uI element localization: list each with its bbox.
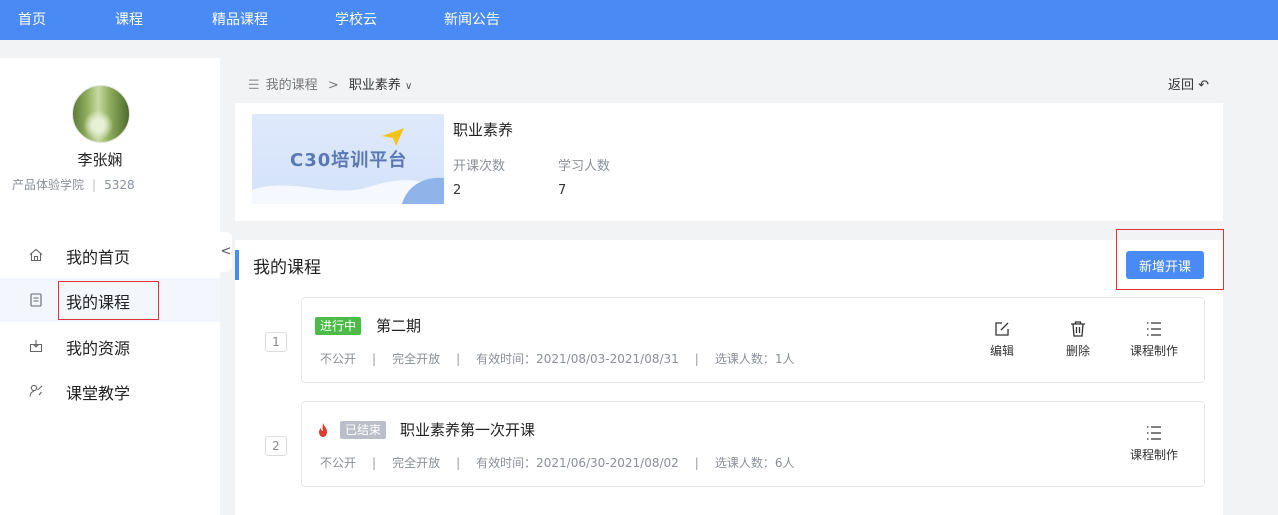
course-list-panel: 我的课程 新增开课 1 进行中 第二期 不公开 | 完全开放 | 有效时间：2021/0…: [235, 240, 1223, 515]
nav-featured-courses[interactable]: 精品课程: [212, 0, 268, 40]
sessions-count-label: 开课次数: [453, 159, 506, 174]
trash-icon: [1071, 321, 1085, 337]
breadcrumb-separator: >: [327, 78, 339, 93]
row-index: 1: [265, 332, 287, 352]
user-id: 5328: [104, 178, 135, 192]
sessions-count-value: 2: [453, 183, 462, 198]
meta-divider: |: [694, 352, 699, 366]
session-card[interactable]: 进行中 第二期 不公开 | 完全开放 | 有效时间：2021/08/03-2021/08…: [301, 297, 1205, 383]
course-production-label: 课程制作: [1129, 448, 1178, 462]
meta-divider: |: [456, 456, 461, 470]
nav-news[interactable]: 新闻公告: [444, 0, 500, 40]
breadcrumb-current[interactable]: 职业素养: [349, 78, 401, 93]
visibility: 不公开: [320, 456, 357, 470]
meta-divider: |: [372, 352, 377, 366]
sidebar-item-label: 我的课程: [66, 293, 131, 312]
sidebar-item-teaching[interactable]: 课堂教学: [0, 369, 220, 413]
user-org: 产品体验学院: [12, 178, 85, 192]
user-name: 李张娴: [77, 151, 123, 169]
openness: 完全开放: [392, 352, 441, 366]
add-session-button[interactable]: 新增开课: [1126, 251, 1204, 279]
course-production-button[interactable]: 课程制作: [1124, 320, 1184, 359]
sidebar-item-label: 我的首页: [66, 248, 131, 267]
meta-divider: |: [694, 456, 699, 470]
openness: 完全开放: [392, 456, 441, 470]
sidebar-item-resources[interactable]: 我的资源: [0, 324, 220, 368]
undo-icon: ↶: [1198, 78, 1210, 93]
enrolled-count: 选课人数：6人: [714, 456, 795, 470]
course-info-card: C30培训平台 职业素养 开课次数 2 学习人数 7: [235, 103, 1223, 221]
learners-count-value: 7: [558, 183, 567, 198]
learners-count-label: 学习人数: [558, 159, 611, 174]
meta-divider: |: [92, 178, 97, 192]
delete-button[interactable]: 删除: [1048, 320, 1108, 359]
session-card[interactable]: 已结束 职业素养第一次开课 不公开 | 完全开放 | 有效时间：2021/06/30-2…: [301, 401, 1205, 487]
fire-icon: [319, 423, 327, 437]
list-icon: [1147, 426, 1161, 440]
section-title: 我的课程: [253, 258, 321, 278]
session-name[interactable]: 职业素养第一次开课: [400, 419, 535, 440]
course-production-button[interactable]: 课程制作: [1124, 424, 1184, 463]
edit-button[interactable]: 编辑: [972, 320, 1032, 359]
breadcrumb-root[interactable]: 我的课程: [266, 78, 318, 93]
session-meta: 不公开 | 完全开放 | 有效时间：2021/08/03-2021/08/31 | 选课人数…: [320, 350, 794, 367]
menu-icon[interactable]: ☰: [248, 78, 260, 93]
nav-courses[interactable]: 课程: [115, 0, 143, 40]
valid-period: 有效时间：2021/06/30-2021/08/02: [476, 456, 679, 470]
course-cover: C30培训平台: [252, 114, 444, 204]
sidebar-item-courses[interactable]: 我的课程: [0, 278, 220, 322]
session-meta: 不公开 | 完全开放 | 有效时间：2021/06/30-2021/08/02 | 选课人数…: [320, 454, 794, 471]
nav-school-cloud[interactable]: 学校云: [335, 0, 377, 40]
top-nav: 首页 课程 精品课程 学校云 新闻公告: [0, 0, 1278, 40]
valid-period: 有效时间：2021/08/03-2021/08/31: [476, 352, 679, 366]
resource-icon: [29, 340, 43, 353]
breadcrumb: ☰ 我的课程 > 职业素养 ∨: [248, 74, 412, 93]
avatar[interactable]: [72, 85, 130, 143]
back-label: 返回: [1168, 78, 1195, 93]
edit-icon: [995, 322, 1009, 336]
chevron-down-icon[interactable]: ∨: [405, 81, 412, 92]
home-icon: [29, 248, 43, 262]
teaching-icon: [29, 384, 43, 397]
cover-wave: [252, 177, 444, 204]
edit-label: 编辑: [989, 344, 1014, 358]
paper-plane-icon: [382, 128, 404, 146]
course-production-label: 课程制作: [1129, 344, 1178, 358]
visibility: 不公开: [320, 352, 357, 366]
back-button[interactable]: 返回 ↶: [1168, 74, 1209, 93]
sidebar-item-label: 课堂教学: [66, 384, 131, 403]
course-title: 职业素养: [453, 121, 514, 139]
meta-divider: |: [456, 352, 461, 366]
sidebar-item-label: 我的资源: [66, 339, 131, 358]
delete-label: 删除: [1065, 344, 1090, 358]
status-badge: 已结束: [340, 421, 387, 439]
sidebar: 李张娴 产品体验学院 | 5328 我的首页 我的课程 我的资源 课堂教学: [0, 58, 220, 515]
course-icon: [30, 293, 42, 307]
nav-home[interactable]: 首页: [18, 0, 46, 40]
status-badge: 进行中: [315, 317, 362, 335]
meta-divider: |: [372, 456, 377, 470]
sidebar-item-home[interactable]: 我的首页: [0, 233, 220, 277]
session-name[interactable]: 第二期: [376, 315, 421, 336]
list-icon: [1147, 322, 1161, 336]
collapse-sidebar-button[interactable]: <: [220, 232, 232, 272]
user-meta: 产品体验学院 | 5328: [12, 176, 135, 193]
section-accent-bar: [235, 250, 239, 280]
row-index: 2: [265, 436, 287, 456]
enrolled-count: 选课人数：1人: [714, 352, 795, 366]
